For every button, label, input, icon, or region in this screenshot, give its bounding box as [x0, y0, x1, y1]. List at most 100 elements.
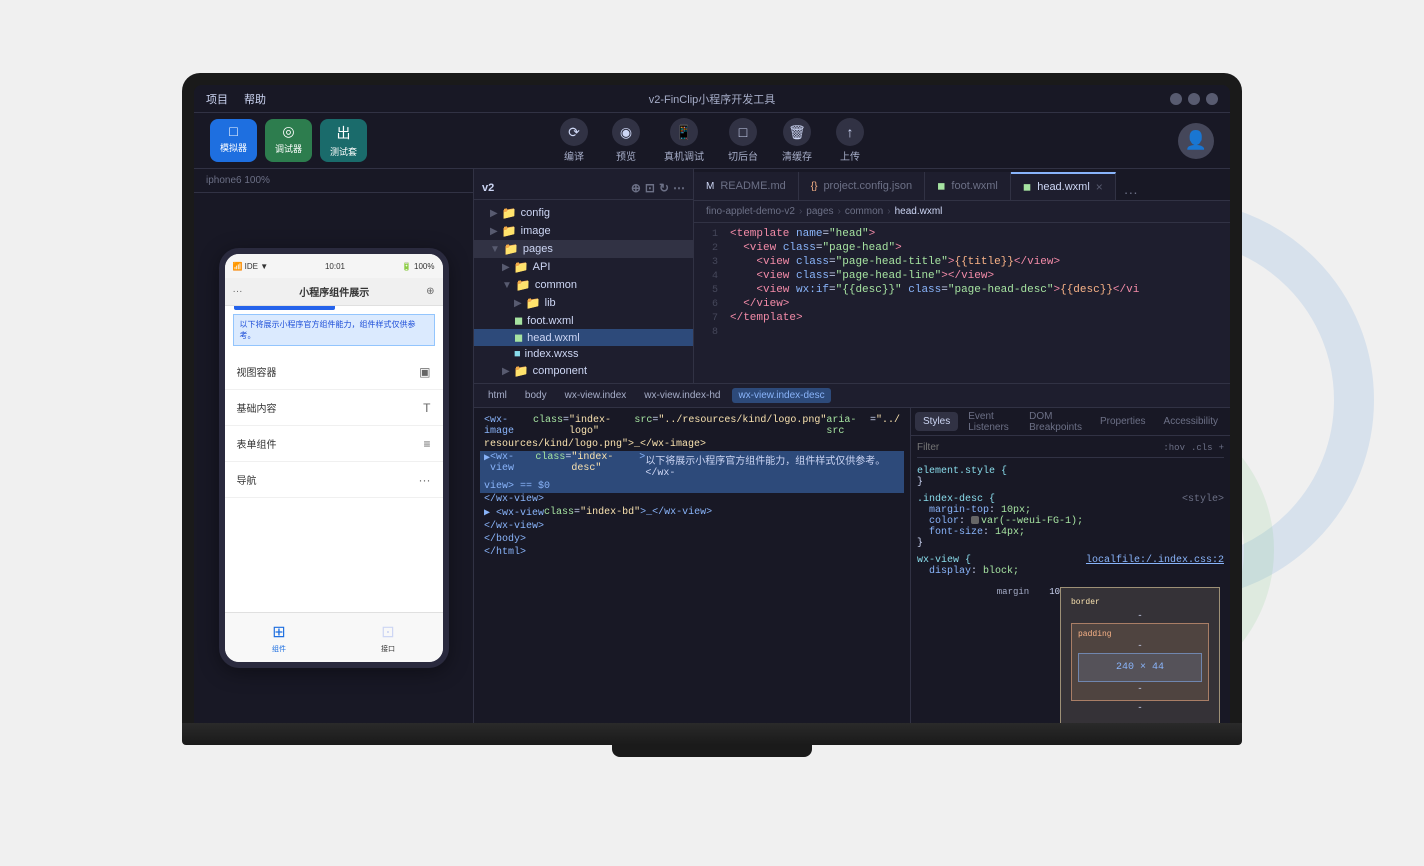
- html-line-7: </body>: [480, 533, 904, 546]
- tab-readme[interactable]: M README.md: [694, 172, 799, 200]
- breadcrumb-sep-2: ›: [838, 206, 841, 217]
- html-line-3: view> == $0: [480, 480, 904, 493]
- tree-item-common[interactable]: ▼ 📁 common: [474, 276, 693, 294]
- chevron-icon: ▼: [490, 244, 500, 255]
- code-line-4: 4 <view class="page-head-line"></view>: [694, 269, 1230, 283]
- el-crumb-html[interactable]: html: [482, 388, 513, 403]
- styles-tab-accessibility[interactable]: Accessibility: [1156, 412, 1226, 431]
- tree-item-component[interactable]: ▶ 📁 component: [474, 362, 693, 380]
- window-controls: [1170, 93, 1218, 105]
- phone-title-bar: ··· 小程序组件展示 ⊕: [225, 278, 443, 306]
- style-source-link[interactable]: localfile:/.index.css:2: [1086, 555, 1224, 566]
- box-model-diagram: margin 10 border - padding: [917, 583, 1224, 723]
- styles-tab-event-listeners[interactable]: Event Listeners: [960, 408, 1019, 437]
- compile-label: 编译: [564, 148, 584, 163]
- breadcrumb-sep-3: ›: [887, 206, 890, 217]
- tree-label-config: config: [521, 207, 550, 219]
- status-right: 🔋 100%: [402, 262, 435, 271]
- el-crumb-body[interactable]: body: [519, 388, 553, 403]
- list-item-2[interactable]: 表单组件 ≡: [225, 426, 443, 462]
- toolbar-action-preview[interactable]: ◉ 预览: [612, 118, 640, 163]
- test-icon: 出: [337, 123, 351, 143]
- tab-close-icon[interactable]: ×: [1096, 180, 1103, 194]
- toolbar-action-clear-cache[interactable]: 🗑 清缓存: [782, 118, 812, 163]
- user-avatar[interactable]: 👤: [1178, 123, 1214, 159]
- device-info: iphone6 100%: [206, 175, 270, 186]
- tab-projectconfig[interactable]: {} project.config.json: [799, 172, 925, 200]
- projectconfig-icon: {}: [811, 181, 818, 192]
- filter-input[interactable]: [917, 442, 1157, 453]
- tree-item-lib[interactable]: ▶ 📁 lib: [474, 294, 693, 312]
- laptop-base: [182, 723, 1242, 745]
- tree-item-config[interactable]: ▶ 📁 config: [474, 204, 693, 222]
- tab-foot-wxml[interactable]: ◼ foot.wxml: [925, 172, 1011, 200]
- win-btn-minimize[interactable]: [1170, 93, 1182, 105]
- tree-label-foot: foot.wxml: [527, 315, 573, 327]
- win-btn-close[interactable]: [1206, 93, 1218, 105]
- tree-label-pages: pages: [523, 243, 553, 255]
- styles-panel: Styles Event Listeners DOM Breakpoints P…: [910, 408, 1230, 723]
- filter-bar: :hov .cls +: [917, 442, 1224, 458]
- debugger-label: 调试器: [275, 142, 302, 155]
- list-item-1[interactable]: 基础内容 T: [225, 390, 443, 426]
- toolbar-btn-simulator[interactable]: □ 模拟器: [210, 119, 257, 162]
- file-tree: v2 ⊕ ⊡ ↻ ⋯ ▶: [474, 169, 694, 383]
- tab-head-wxml[interactable]: ◼ head.wxml ×: [1011, 172, 1116, 200]
- html-preview[interactable]: <wx-image class="index-logo" src="../res…: [474, 408, 910, 723]
- tree-item-pages[interactable]: ▼ 📁 pages: [474, 240, 693, 258]
- styles-tab-dom-breakpoints[interactable]: DOM Breakpoints: [1021, 408, 1090, 437]
- html-line-2: ▶ <wx-view class="index-desc"> 以下将展示小程序官…: [480, 451, 904, 480]
- nav-item-components[interactable]: ⊞ 组件: [272, 622, 286, 654]
- folder-icon: 📁: [514, 364, 529, 378]
- tree-icon-3[interactable]: ↻: [659, 181, 669, 195]
- toolbar-action-compile[interactable]: ⟳ 编译: [560, 118, 588, 163]
- el-crumb-wx-view-hd[interactable]: wx-view.index-hd: [638, 388, 726, 403]
- bottom-content: <wx-image class="index-logo" src="../res…: [474, 408, 1230, 723]
- filter-hint-cls[interactable]: .cls: [1191, 443, 1213, 453]
- clear-cache-label: 清缓存: [782, 148, 812, 163]
- toolbar-action-background[interactable]: □ 切后台: [728, 118, 758, 163]
- styles-tab-styles[interactable]: Styles: [915, 412, 958, 431]
- tree-icon-4[interactable]: ⋯: [673, 181, 685, 195]
- tree-item-image[interactable]: ▶ 📁 image: [474, 222, 693, 240]
- tree-item-index-wxss[interactable]: ■ index.wxss: [474, 346, 693, 362]
- styles-tab-properties[interactable]: Properties: [1092, 412, 1154, 431]
- toolbar-btn-debugger[interactable]: ◎ 调试器: [265, 119, 312, 162]
- styles-tabs: Styles Event Listeners DOM Breakpoints P…: [911, 408, 1230, 436]
- breadcrumb-pages[interactable]: pages: [806, 206, 833, 217]
- tree-icon-1[interactable]: ⊕: [631, 181, 641, 195]
- phone-content: wx-view.index-desc 240 × 44 以下将展示小程序官方组件…: [225, 306, 443, 612]
- el-crumb-wx-view-desc[interactable]: wx-view.index-desc: [732, 388, 830, 403]
- el-crumb-wx-view-index[interactable]: wx-view.index: [559, 388, 633, 403]
- tab-more-icon[interactable]: ···: [1116, 184, 1146, 200]
- toolbar-btn-test[interactable]: 出 测试套: [320, 119, 367, 162]
- list-item-3[interactable]: 导航 ···: [225, 462, 443, 498]
- wxml-icon: ◼: [514, 331, 523, 344]
- toolbar-action-upload[interactable]: ↑ 上传: [836, 118, 864, 163]
- tab-head-label: head.wxml: [1037, 181, 1090, 193]
- tree-item-head-wxml[interactable]: ◼ head.wxml: [474, 329, 693, 346]
- win-btn-maximize[interactable]: [1188, 93, 1200, 105]
- filter-hint-plus[interactable]: +: [1219, 443, 1224, 453]
- laptop-screen: 项目 帮助 v2-FinClip小程序开发工具 □ 模拟器: [194, 85, 1230, 723]
- tree-item-foot-wxml[interactable]: ◼ foot.wxml: [474, 312, 693, 329]
- toolbar-action-real-debug[interactable]: 📱 真机调试: [664, 118, 704, 163]
- nav-item-api[interactable]: ⊡ 接口: [381, 622, 395, 654]
- breadcrumb-root[interactable]: fino-applet-demo-v2: [706, 206, 795, 217]
- list-item-0[interactable]: 视图容器 ▣: [225, 354, 443, 390]
- tree-label-common: common: [535, 279, 577, 291]
- wxss-icon: ■: [514, 348, 521, 360]
- code-line-7: 7 </template>: [694, 311, 1230, 325]
- code-editor[interactable]: 1 <template name="head"> 2 <view class="…: [694, 223, 1230, 383]
- menu-item-help[interactable]: 帮助: [244, 91, 266, 107]
- toolbar: □ 模拟器 ◎ 调试器 出 测试套: [194, 113, 1230, 169]
- tree-item-api[interactable]: ▶ 📁 API: [474, 258, 693, 276]
- breadcrumb-sep-1: ›: [799, 206, 802, 217]
- laptop-container: 项目 帮助 v2-FinClip小程序开发工具 □ 模拟器: [182, 73, 1242, 793]
- menu-item-project[interactable]: 项目: [206, 91, 228, 107]
- code-line-8: 8: [694, 325, 1230, 339]
- real-debug-label: 真机调试: [664, 148, 704, 163]
- filter-hint-hov[interactable]: :hov: [1163, 443, 1185, 453]
- breadcrumb-common[interactable]: common: [845, 206, 883, 217]
- tree-icon-2[interactable]: ⊡: [645, 181, 655, 195]
